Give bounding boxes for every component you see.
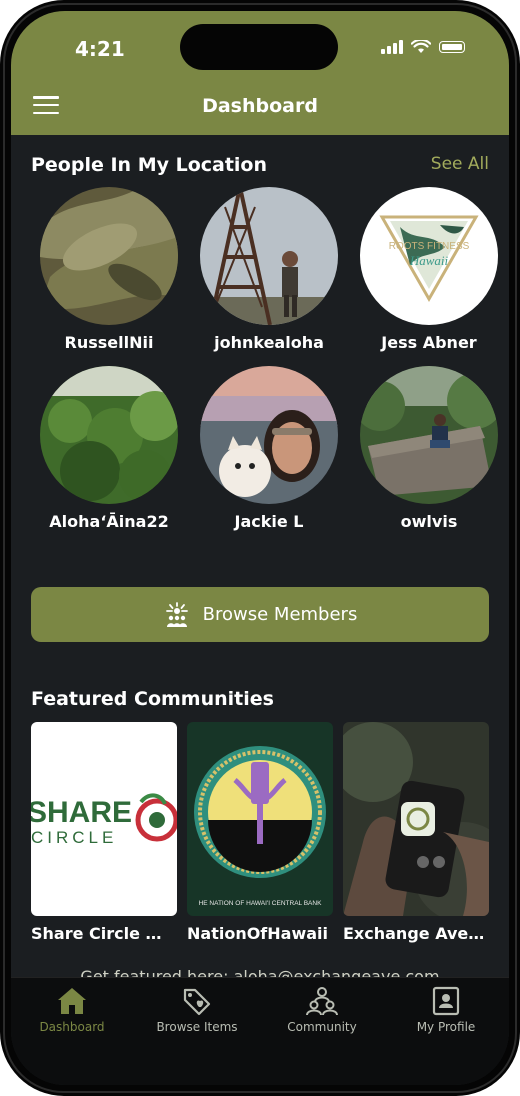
community-name: Share Circle M... [31,924,177,943]
people-grid: RussellNii johnkealoha ROOTS FITNESS Haw… [29,187,498,531]
person-name: johnkealoha [214,333,324,352]
avatar[interactable] [40,187,178,325]
status-icons [381,40,465,54]
battery-icon [439,41,465,53]
avatar[interactable] [360,366,498,504]
person-card[interactable]: ROOTS FITNESS Hawaii Jess Abner [349,187,509,352]
browse-members-button[interactable]: Browse Members [31,587,489,642]
community-image[interactable]: HE NATION OF HAWAI'I CENTRAL BANK [187,722,333,916]
people-section-title: People In My Location [31,154,268,176]
dynamic-island [180,24,338,70]
nav-label: My Profile [416,1020,476,1034]
community-icon [306,987,338,1016]
person-card[interactable]: Jackie L [189,366,349,531]
community-card[interactable]: Exchange Ave ... [343,722,489,943]
avatar[interactable] [200,366,338,504]
profile-card-icon [432,986,460,1016]
cellular-signal-icon [381,40,403,54]
tag-heart-icon [183,988,211,1016]
person-name: Jackie L [234,512,304,531]
nav-browse-items[interactable]: Browse Items [142,986,252,1034]
nav-label: Community [287,1020,357,1034]
see-all-link[interactable]: See All [431,154,489,174]
logo-text: ROOTS FITNESS [389,241,470,252]
nav-community[interactable]: Community [267,986,377,1034]
person-name: Aloha‘Āina22 [49,512,169,531]
nav-label: Browse Items [156,1020,238,1034]
communities-carousel[interactable]: SHARE CIRCLE Share Circle M... HE NATION… [31,722,489,943]
person-card[interactable]: owlvis [349,366,509,531]
nav-dashboard[interactable]: Dashboard [17,986,127,1034]
person-name: RussellNii [64,333,154,352]
top-app-bar: 4:21 Dashboard [11,11,509,135]
person-name: Jess Abner [381,333,477,352]
community-name: NationOfHawaii [187,924,328,943]
community-name: Exchange Ave ... [343,924,489,943]
avatar[interactable] [40,366,178,504]
person-name: owlvis [400,512,458,531]
nav-my-profile[interactable]: My Profile [391,986,501,1034]
app-screen: 4:21 Dashboard People In My Location See… [11,11,509,1085]
status-time: 4:21 [75,37,125,61]
person-card[interactable]: Aloha‘Āina22 [29,366,189,531]
logo-text: SHARE [31,796,132,829]
avatar[interactable] [200,187,338,325]
bottom-navigation: Dashboard Browse Items Community My Prof… [11,977,509,1085]
page-title: Dashboard [202,95,318,117]
wifi-icon [411,40,431,53]
avatar[interactable]: ROOTS FITNESS Hawaii [360,187,498,325]
community-card[interactable]: HE NATION OF HAWAI'I CENTRAL BANK Nation… [187,722,333,943]
person-card[interactable]: johnkealoha [189,187,349,352]
browse-members-label: Browse Members [202,604,358,625]
community-image[interactable] [343,722,489,916]
community-card[interactable]: SHARE CIRCLE Share Circle M... [31,722,177,943]
home-icon [58,988,86,1014]
nav-label: Dashboard [39,1020,105,1034]
communities-section-title: Featured Communities [31,688,274,710]
community-image[interactable]: SHARE CIRCLE [31,722,177,916]
logo-text: HE NATION OF HAWAI'I CENTRAL BANK [199,900,322,907]
logo-text: CIRCLE [31,828,117,847]
people-network-icon [165,601,188,627]
phone-frame: 4:21 Dashboard People In My Location See… [0,0,520,1096]
person-card[interactable]: RussellNii [29,187,189,352]
logo-text: Hawaii [409,253,449,268]
